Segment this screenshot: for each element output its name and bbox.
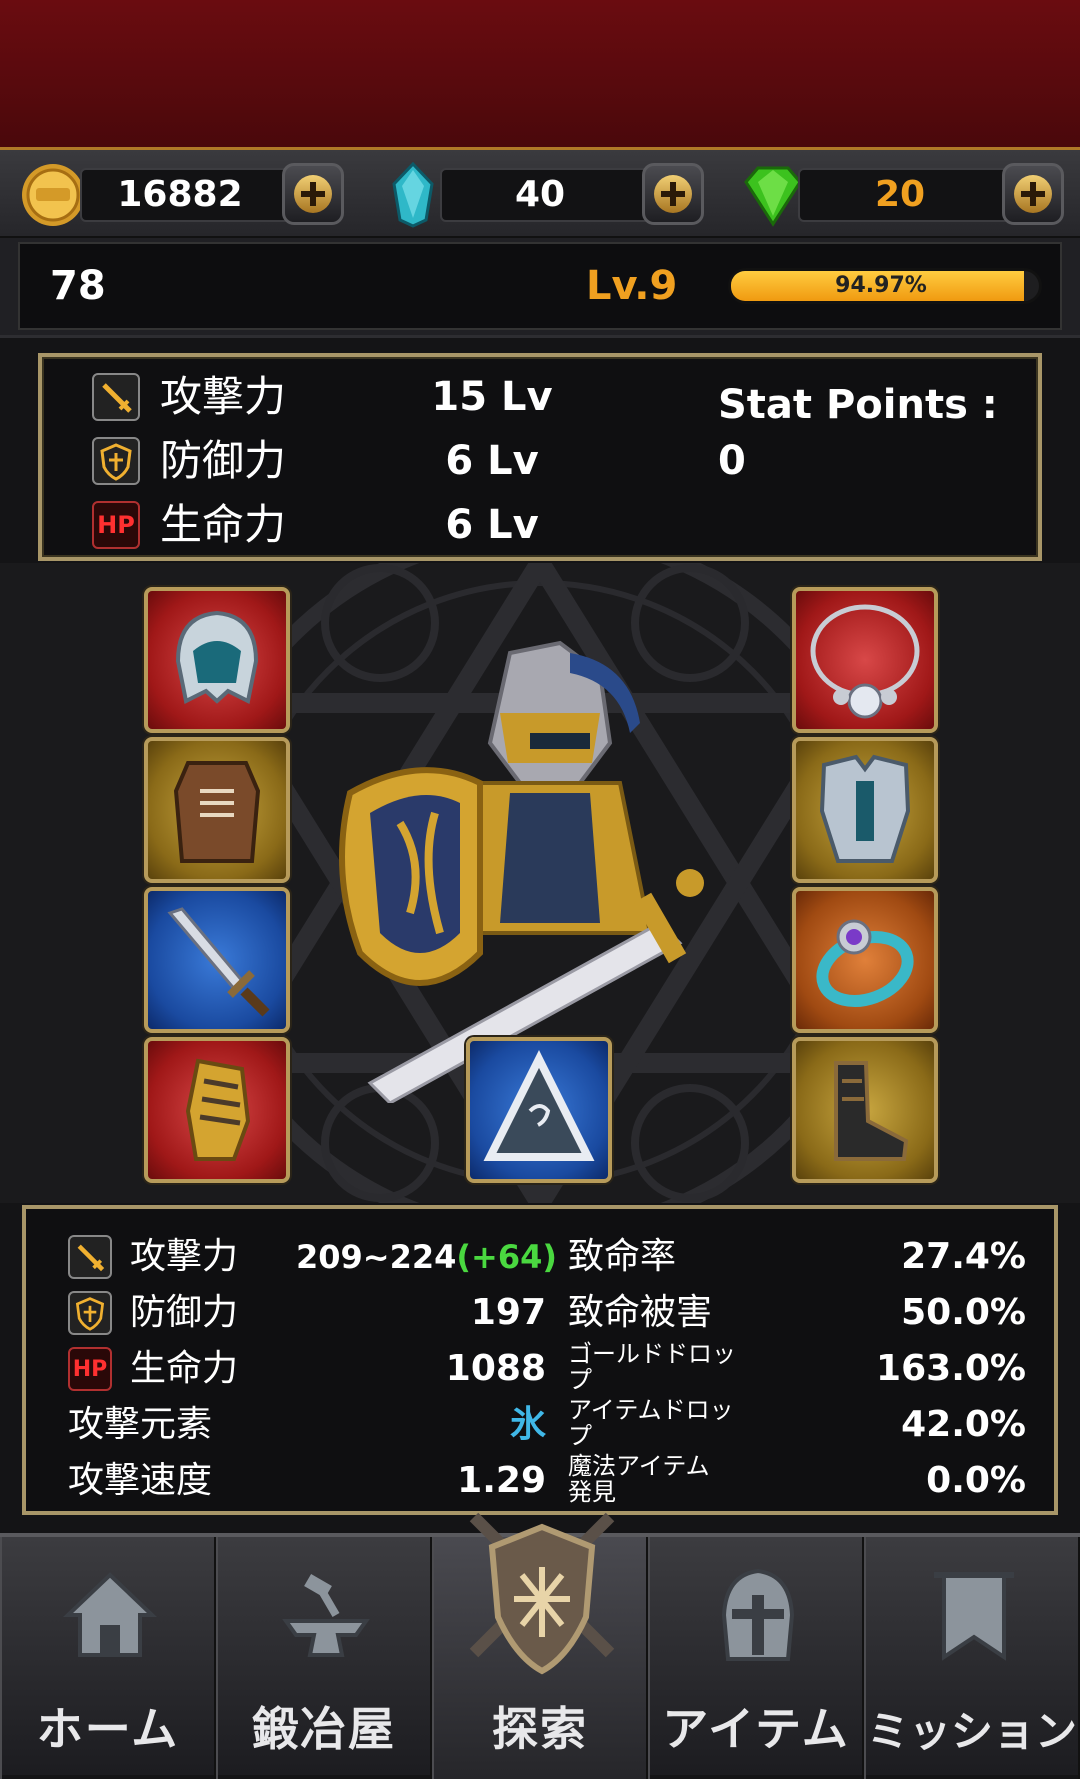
stat-life-level: 6 Lv — [445, 502, 539, 548]
leather-armor-icon — [173, 761, 261, 863]
level-label: Lv.9 — [586, 263, 678, 309]
equip-slot-boots[interactable] — [792, 1037, 938, 1183]
stat-defense-level: 6 Lv — [445, 438, 539, 484]
equip-slot-ring[interactable] — [792, 887, 938, 1033]
level-bar: 78 Lv.9 94.97% — [0, 238, 1080, 338]
equipment-area — [0, 563, 1080, 1203]
ring-icon — [816, 919, 914, 1007]
stat-life-label: 生命力 — [160, 500, 287, 549]
stat-panel: 攻撃力 15 Lv 防御力 6 Lv HP 生命力 6 Lv Stat Poin… — [38, 353, 1042, 561]
detail-attack-label: 攻撃力 — [130, 1236, 239, 1277]
nav-explore-label: 探索 — [492, 1702, 588, 1756]
detail-defense-label: 防御力 — [130, 1292, 239, 1333]
detail-crit-dmg-value: 50.0% — [901, 1292, 1026, 1333]
blue-crystal-icon — [380, 161, 446, 228]
pyramid-icon — [483, 1050, 595, 1161]
add-crystal-button[interactable] — [642, 163, 704, 225]
plus-icon — [654, 175, 692, 213]
home-icon — [63, 1572, 157, 1657]
equip-slot-necklace[interactable] — [792, 587, 938, 733]
hp-badge: HP — [92, 501, 140, 549]
detail-item-drop-value: 42.0% — [901, 1404, 1026, 1445]
equip-slot-gauntlet[interactable] — [144, 1037, 290, 1183]
sword-icon — [68, 1235, 112, 1279]
player-value: 78 — [50, 263, 106, 309]
plus-icon — [294, 175, 332, 213]
crossed-swords-shield-icon — [469, 1512, 615, 1675]
add-gem-button[interactable] — [1002, 163, 1064, 225]
detail-life-label: 生命力 — [130, 1348, 239, 1389]
gem-amount: 20 — [874, 174, 926, 215]
plate-armor-icon — [819, 754, 911, 863]
nav-explore[interactable]: 探索 — [432, 1512, 648, 1779]
detail-crit-dmg-label: 致命被害 — [568, 1292, 713, 1333]
detail-defense-value: 197 — [470, 1292, 546, 1333]
nav-mission-label: ミッション — [866, 1707, 1077, 1756]
stat-defense-label: 防御力 — [160, 436, 287, 485]
detail-item-drop-label: アイテムドロッ プ — [568, 1396, 734, 1450]
gold-amount: 16882 — [117, 174, 243, 215]
banner-icon — [934, 1572, 1014, 1661]
nav-smith-label: 鍛冶屋 — [252, 1702, 396, 1756]
knight-helmet-icon — [721, 1568, 795, 1661]
detail-crit-rate-label: 致命率 — [568, 1236, 677, 1277]
anvil-hammer-icon — [282, 1573, 370, 1657]
dagger-icon — [167, 907, 270, 1017]
detail-speed-label: 攻撃速度 — [68, 1460, 213, 1501]
detail-attack-bonus: (+64) — [456, 1238, 557, 1276]
nav-home-label: ホーム — [36, 1702, 180, 1756]
exp-bar: 94.97% — [728, 268, 1042, 304]
nav-item-label: アイテム — [662, 1702, 850, 1756]
add-gold-button[interactable] — [282, 163, 344, 225]
sword-icon — [92, 373, 140, 421]
detail-stats-panel: 攻撃力 209~224(+64) 防御力 197 HP 生命力 1088 攻撃元… — [22, 1205, 1058, 1515]
equip-slot-plate-armor[interactable] — [792, 737, 938, 883]
currency-bar: 16882 40 20 — [0, 150, 1080, 238]
knight-character — [339, 640, 704, 1103]
detail-speed-value: 1.29 — [457, 1460, 546, 1501]
nav-home[interactable]: ホーム — [0, 1537, 216, 1779]
hp-badge: HP — [68, 1347, 112, 1391]
detail-element-label: 攻撃元素 — [68, 1404, 213, 1445]
gauntlet-icon — [185, 1058, 251, 1161]
detail-magic-item-label: 魔法アイテム 発見 — [568, 1452, 710, 1506]
detail-life-value: 1088 — [445, 1348, 546, 1389]
shield-icon — [68, 1291, 112, 1335]
equip-slot-pet[interactable] — [466, 1037, 612, 1183]
shield-icon — [92, 437, 140, 485]
gold-coin-icon — [20, 162, 86, 228]
stat-attack-level: 15 Lv — [431, 374, 553, 420]
detail-crit-rate-value: 27.4% — [901, 1236, 1026, 1277]
equip-slot-armor[interactable] — [144, 737, 290, 883]
stat-row-life: HP 生命力 6 Lv — [92, 497, 652, 553]
stat-row-defense: 防御力 6 Lv — [92, 433, 652, 489]
boots-icon — [834, 1061, 909, 1161]
detail-magic-item-value: 0.0% — [926, 1460, 1026, 1501]
necklace-icon — [810, 604, 920, 719]
stat-row-attack: 攻撃力 15 Lv — [92, 369, 652, 425]
top-banner — [0, 0, 1080, 150]
nav-smith[interactable]: 鍛冶屋 — [216, 1537, 432, 1779]
helmet-icon — [175, 610, 259, 704]
plus-icon — [1014, 175, 1052, 213]
detail-element-value: 氷 — [509, 1404, 546, 1445]
detail-gold-drop-label: ゴールドドロッ プ — [568, 1340, 736, 1394]
bottom-navigation: ホーム 鍛冶屋 探索 アイテム ミッション — [0, 1512, 1080, 1779]
exp-percent: 94.97% — [835, 273, 927, 298]
detail-attack-value: 209~224(+64) — [296, 1238, 557, 1276]
nav-item[interactable]: アイテム — [648, 1537, 864, 1779]
equip-slot-helmet[interactable] — [144, 587, 290, 733]
stat-points: Stat Points : 0 — [718, 382, 998, 484]
equip-slot-weapon[interactable] — [144, 887, 290, 1033]
crystal-amount: 40 — [514, 174, 566, 215]
nav-mission[interactable]: ミッション — [864, 1537, 1080, 1779]
detail-gold-drop-value: 163.0% — [876, 1348, 1026, 1389]
stat-attack-label: 攻撃力 — [160, 372, 287, 421]
